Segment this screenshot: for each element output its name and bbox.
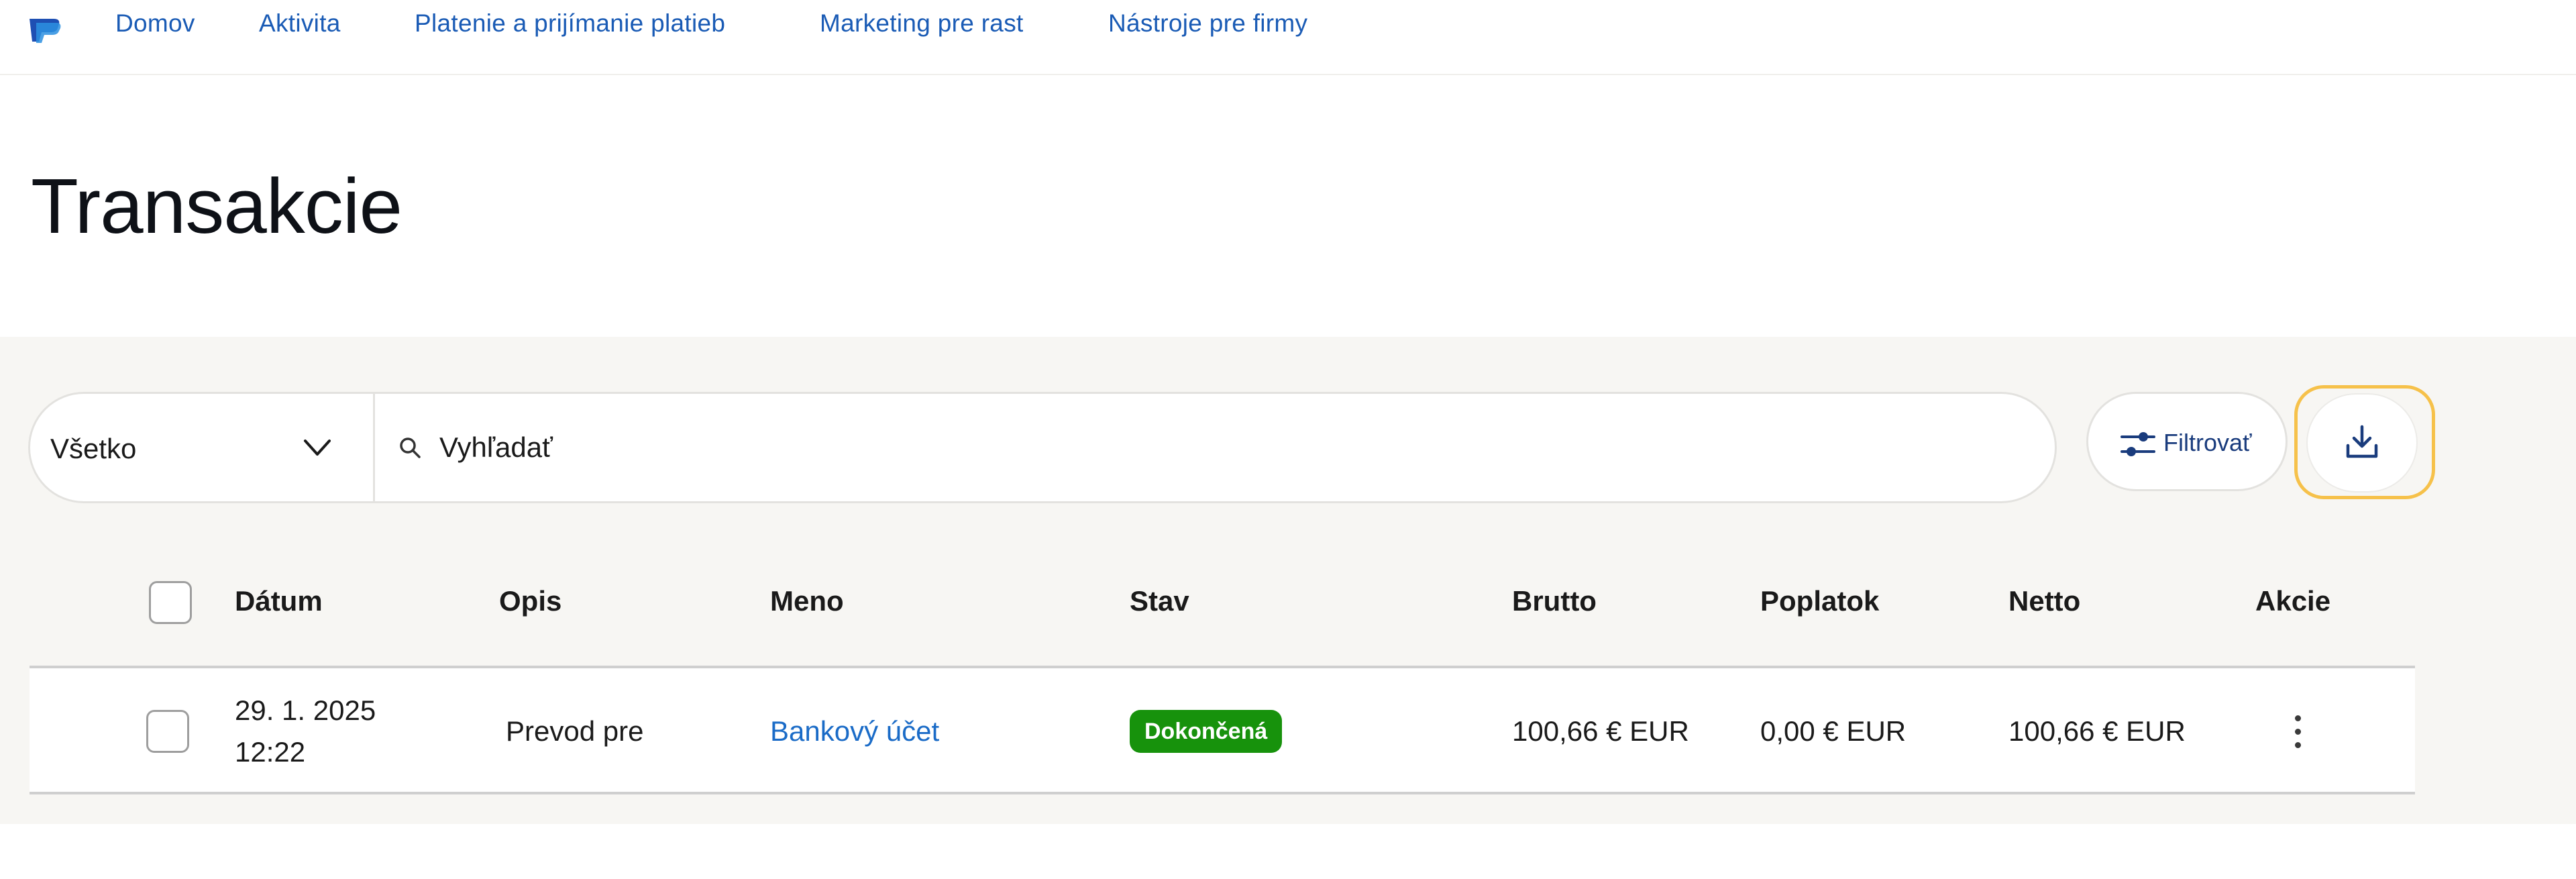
nav-item-aktivita[interactable]: Aktivita	[259, 9, 341, 38]
column-header-datum[interactable]: Dátum	[235, 585, 323, 617]
row-fee: 0,00 € EUR	[1760, 715, 1907, 747]
nav-item-nastroje[interactable]: Nástroje pre firmy	[1108, 9, 1307, 38]
search-input[interactable]	[439, 421, 2023, 474]
row-actions-menu-icon[interactable]	[2288, 710, 2308, 754]
row-name-link[interactable]: Bankový účet	[770, 715, 939, 747]
filter-button[interactable]: Filtrovať	[2086, 392, 2288, 491]
download-icon	[2346, 425, 2378, 458]
column-header-stav: Stav	[1130, 585, 1189, 617]
row-gross: 100,66 € EUR	[1512, 715, 1689, 747]
type-select-value: Všetko	[50, 433, 137, 464]
column-header-netto: Netto	[2008, 585, 2081, 617]
column-header-meno: Meno	[770, 585, 844, 617]
select-all-checkbox[interactable]	[149, 581, 192, 624]
download-button[interactable]	[2308, 395, 2416, 491]
sliders-icon	[2121, 432, 2155, 456]
chevron-down-icon	[304, 440, 331, 456]
column-header-brutto: Brutto	[1512, 585, 1597, 617]
top-navigation: Domov Aktivita Platenie a prijímanie pla…	[0, 0, 2576, 75]
nav-item-platenie[interactable]: Platenie a prijímanie platieb	[415, 9, 725, 38]
search-filter-bar: Všetko	[28, 392, 2057, 503]
search-icon	[400, 437, 421, 458]
paypal-logo-icon[interactable]	[27, 15, 62, 44]
page-title: Transakcie	[31, 162, 402, 250]
transaction-type-select[interactable]: Všetko	[30, 394, 375, 501]
row-date: 29. 1. 2025 12:22	[235, 690, 376, 773]
nav-item-domov[interactable]: Domov	[115, 9, 195, 38]
row-date-time: 12:22	[235, 736, 306, 768]
nav-item-marketing[interactable]: Marketing pre rast	[820, 9, 1024, 38]
row-net: 100,66 € EUR	[2008, 715, 2186, 747]
status-badge: Dokončená	[1130, 710, 1283, 753]
row-description: Prevod pre	[506, 715, 644, 747]
column-header-opis: Opis	[499, 585, 562, 617]
row-date-day: 29. 1. 2025	[235, 694, 376, 726]
filter-button-label: Filtrovať	[2163, 429, 2252, 456]
column-header-akcie: Akcie	[2255, 585, 2331, 617]
column-header-poplatok: Poplatok	[1760, 585, 1880, 617]
row-checkbox[interactable]	[146, 710, 189, 753]
